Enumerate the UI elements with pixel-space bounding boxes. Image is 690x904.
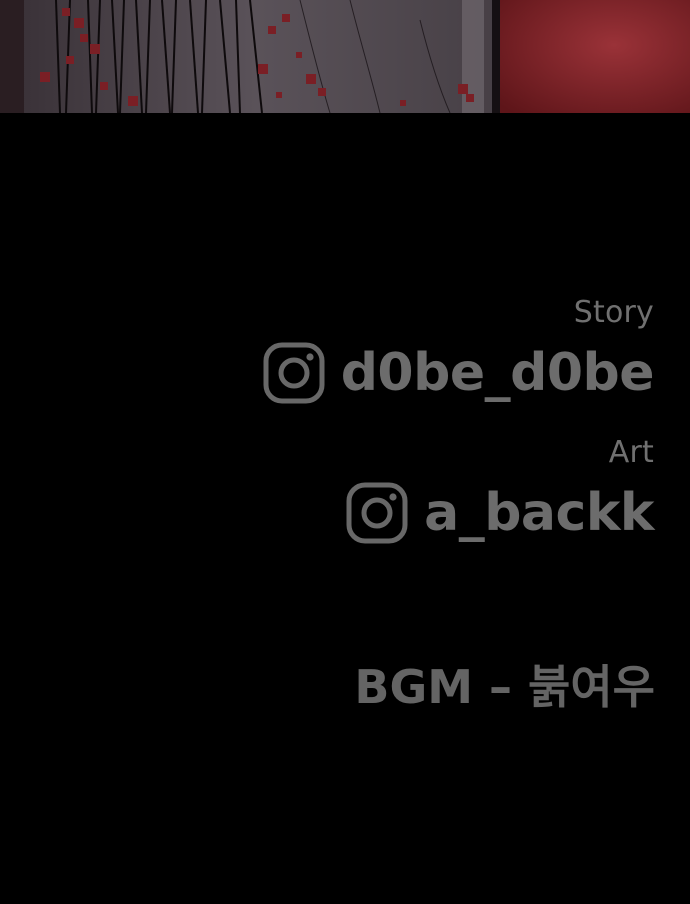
- instagram-icon: [346, 482, 408, 544]
- story-credit-row: d0be_d0be: [54, 342, 655, 404]
- art-role-label: Art: [608, 435, 654, 470]
- instagram-icon: [263, 342, 325, 404]
- comic-panel-fragment: [0, 0, 690, 113]
- bgm-credit: BGM – 붉여우: [354, 660, 655, 714]
- story-author-handle: d0be_d0be: [340, 343, 655, 403]
- art-credit-row: a_backk: [54, 482, 654, 544]
- credits: Story d0be_d0be Art a_backk: [54, 292, 655, 544]
- art-author-handle: a_backk: [424, 483, 654, 543]
- story-role-label: Story: [573, 295, 654, 330]
- comic-panel-art: [0, 0, 690, 113]
